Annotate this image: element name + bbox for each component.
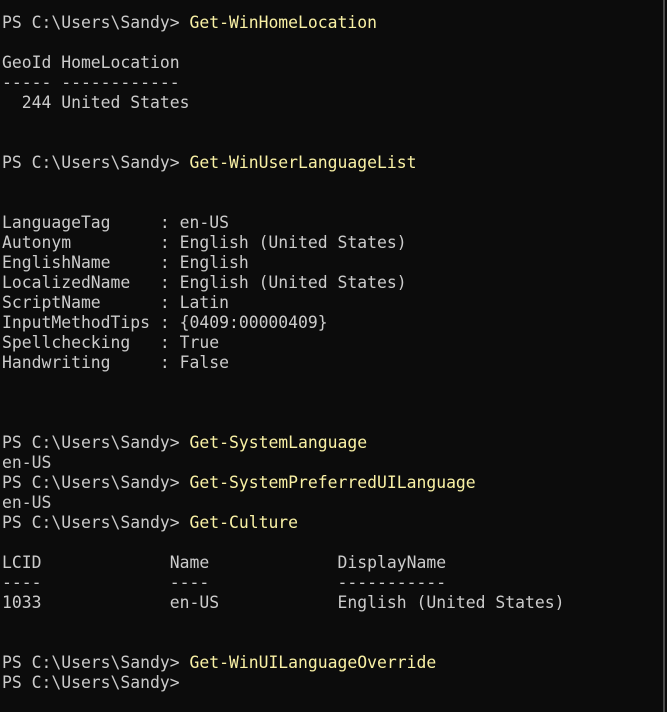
output-line: 1033 en-US English (United States) (2, 593, 565, 612)
command-line: PS C:\Users\Sandy> Get-WinUserLanguageLi… (2, 153, 663, 173)
powershell-console[interactable]: PS C:\Users\Sandy> Get-WinHomeLocation Ge… (0, 0, 665, 712)
output-line: Spellchecking : True (2, 333, 220, 352)
command-line: PS C:\Users\Sandy> Get-SystemLanguage (2, 433, 663, 453)
output-line: LCID Name DisplayName (2, 553, 447, 572)
command-text: Get-SystemPreferredUILanguage (189, 473, 476, 492)
prompt: PS C:\Users\Sandy> (2, 13, 190, 32)
command-text: Get-SystemLanguage (189, 433, 368, 452)
prompt: PS C:\Users\Sandy> (2, 513, 190, 532)
output-line: LanguageTag : en-US (2, 213, 229, 232)
output-line: LocalizedName : English (United States) (2, 273, 407, 292)
command-text: Get-Culture (189, 513, 299, 532)
command-text: Get-WinUILanguageOverride (189, 653, 437, 672)
command-line: PS C:\Users\Sandy> (2, 673, 663, 693)
output-line: en-US (2, 453, 52, 472)
prompt: PS C:\Users\Sandy> (2, 673, 190, 692)
output-line: ----- ------------ (2, 73, 180, 92)
output-line: Autonym : English (United States) (2, 233, 407, 252)
output-line: ---- ---- ----------- (2, 573, 447, 592)
output-line: en-US (2, 493, 52, 512)
prompt: PS C:\Users\Sandy> (2, 433, 190, 452)
command-line: PS C:\Users\Sandy> Get-Culture (2, 513, 663, 533)
prompt: PS C:\Users\Sandy> (2, 473, 190, 492)
prompt: PS C:\Users\Sandy> (2, 653, 190, 672)
command-text: Get-WinUserLanguageList (189, 153, 417, 172)
command-line: PS C:\Users\Sandy> Get-WinUILanguageOver… (2, 653, 663, 673)
output-line: GeoId HomeLocation (2, 53, 180, 72)
output-line: Handwriting : False (2, 353, 229, 372)
command-line: PS C:\Users\Sandy> Get-WinHomeLocation (2, 13, 663, 33)
output-line: ScriptName : Latin (2, 293, 229, 312)
output-line: 244 United States (2, 93, 190, 112)
command-line: PS C:\Users\Sandy> Get-SystemPreferredUI… (2, 473, 663, 493)
output-line: InputMethodTips : {0409:00000409} (2, 313, 328, 332)
output-line: EnglishName : English (2, 253, 249, 272)
prompt: PS C:\Users\Sandy> (2, 153, 190, 172)
command-text: Get-WinHomeLocation (189, 13, 378, 32)
